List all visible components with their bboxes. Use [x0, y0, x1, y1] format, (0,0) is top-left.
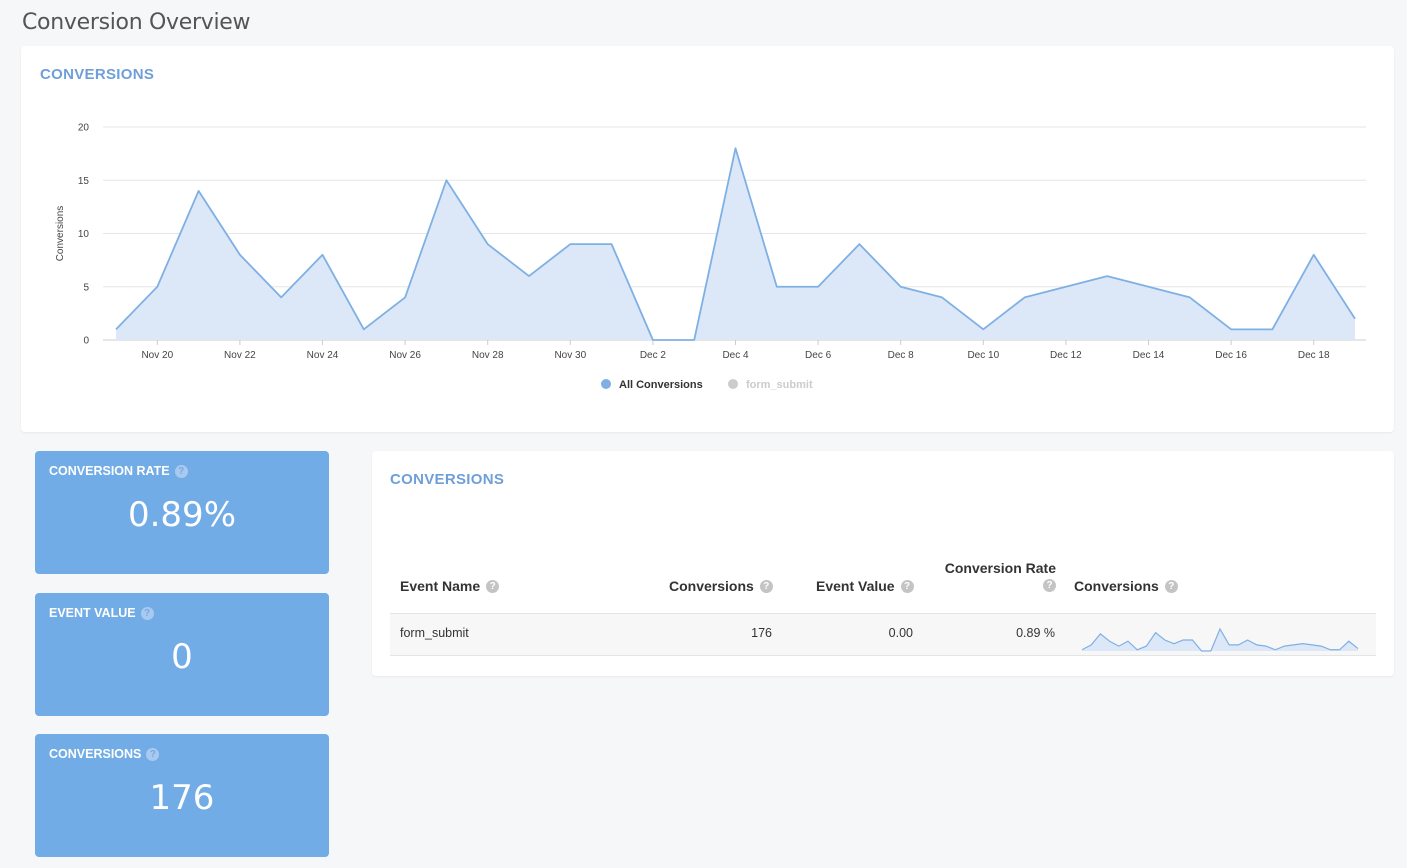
- x-tick-label: Nov 28: [472, 350, 504, 361]
- legend-item-all-conversions[interactable]: All Conversions: [601, 379, 703, 391]
- cell-sparkline: [1081, 627, 1359, 652]
- y-axis-label: Conversions: [55, 206, 66, 262]
- x-tick-label: Nov 24: [307, 350, 339, 361]
- kpi-event-value-value: 0: [171, 637, 193, 677]
- conversions-chart: 0 5 10 15 20 Conversions Nov 20 Nov 22 Nov 24 Nov…: [55, 123, 1366, 391]
- kpi-conversions-label: CONVERSIONS: [49, 747, 142, 761]
- y-tick-label: 15: [78, 176, 90, 187]
- column-header-conversion-rate[interactable]: Conversion Rate ?: [932, 560, 1056, 592]
- kpi-conversion-rate: CONVERSION RATE? 0.89%: [35, 451, 329, 574]
- x-tick-label: Nov 22: [224, 350, 256, 361]
- cell-conversion-rate: 0.89 %: [1016, 626, 1055, 640]
- sparkline-area: [1082, 629, 1358, 651]
- y-tick-label: 5: [83, 282, 89, 293]
- legend-marker: [728, 379, 738, 389]
- help-icon[interactable]: ?: [146, 747, 160, 761]
- column-header-label: Event Value: [816, 578, 895, 594]
- help-icon[interactable]: ?: [140, 606, 154, 620]
- help-icon[interactable]: ?: [900, 579, 914, 593]
- page-title: Conversion Overview: [22, 10, 251, 35]
- x-tick-label: Dec 2: [640, 350, 667, 361]
- x-tick-label: Dec 4: [722, 350, 749, 361]
- kpi-conversion-rate-value: 0.89%: [127, 495, 236, 535]
- x-tick-label: Nov 26: [389, 350, 421, 361]
- chart-card-title: CONVERSIONS: [40, 66, 155, 83]
- kpi-event-value-label: EVENT VALUE: [49, 606, 136, 620]
- legend-label: All Conversions: [619, 379, 703, 391]
- y-tick-label: 0: [83, 336, 89, 347]
- legend-label: form_submit: [746, 379, 813, 391]
- column-header-event-value[interactable]: Event Value ?: [816, 578, 914, 594]
- table-card-title: CONVERSIONS: [390, 471, 505, 488]
- column-header-label: Conversions: [1074, 578, 1159, 594]
- column-header-event-name[interactable]: Event Name ?: [400, 578, 500, 594]
- series-area-all-conversions: [116, 148, 1355, 340]
- x-tick-label: Dec 6: [805, 350, 832, 361]
- help-icon[interactable]: ?: [1164, 579, 1178, 593]
- column-header-label: Event Name: [400, 578, 481, 594]
- cell-event-name: form_submit: [400, 626, 469, 640]
- conversions-chart-card: 0 5 10 15 20 Conversions Nov 20 Nov 22 Nov 24 Nov…: [21, 46, 1394, 432]
- kpi-event-value: EVENT VALUE? 0: [35, 593, 329, 716]
- help-icon[interactable]: ?: [486, 579, 500, 593]
- x-tick-label: Dec 8: [888, 350, 915, 361]
- x-tick-label: Dec 12: [1050, 350, 1082, 361]
- x-tick-label: Dec 10: [967, 350, 999, 361]
- kpi-conversions-value: 176: [149, 778, 215, 818]
- x-tick-label: Dec 16: [1215, 350, 1247, 361]
- cell-conversions: 176: [751, 626, 772, 640]
- legend-item-form-submit[interactable]: form_submit: [728, 379, 813, 391]
- y-tick-label: 10: [78, 229, 90, 240]
- column-header-label: Conversion Rate: [944, 560, 1056, 576]
- column-header-conversions[interactable]: Conversions ?: [669, 578, 773, 594]
- column-header-sparkline[interactable]: Conversions ?: [1074, 578, 1178, 594]
- help-icon[interactable]: ?: [174, 464, 188, 478]
- cell-event-value: 0.00: [888, 626, 913, 640]
- conversions-table-card: CONVERSIONS Event Name ? Conversions ? E…: [372, 451, 1394, 676]
- x-tick-label: Nov 20: [141, 350, 173, 361]
- x-tick-label: Dec 18: [1298, 350, 1330, 361]
- legend-marker: [601, 379, 611, 389]
- column-header-label: Conversions: [669, 578, 754, 594]
- x-tick-label: Dec 14: [1133, 350, 1165, 361]
- help-icon[interactable]: ?: [759, 579, 773, 593]
- x-tick-label: Nov 30: [554, 350, 586, 361]
- help-icon[interactable]: ?: [1043, 579, 1056, 592]
- y-tick-label: 20: [78, 123, 90, 134]
- kpi-conversions: CONVERSIONS? 176: [35, 734, 329, 857]
- kpi-conversion-rate-label: CONVERSION RATE: [49, 464, 170, 478]
